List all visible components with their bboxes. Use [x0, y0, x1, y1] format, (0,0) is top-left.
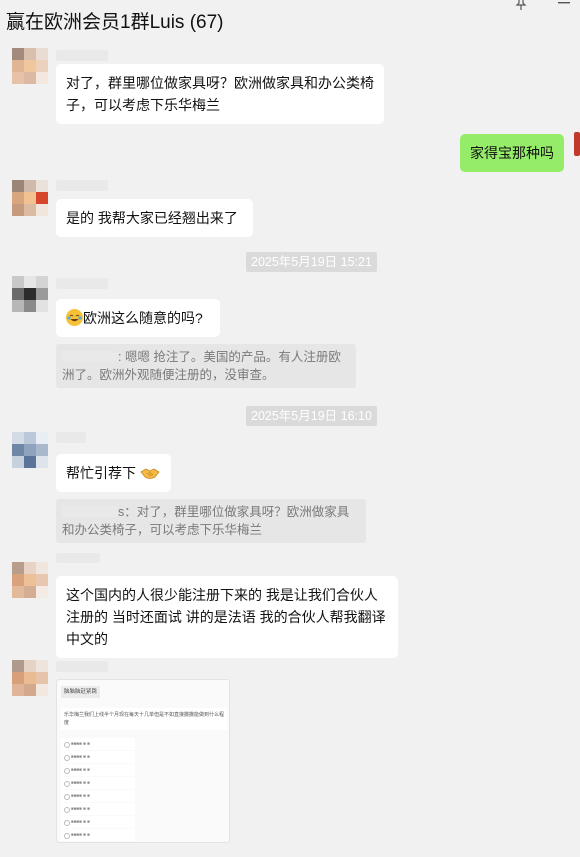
more-icon[interactable] [556, 0, 572, 10]
avatar[interactable] [12, 48, 48, 84]
message-bubble[interactable]: 是的 我帮大家已经翘出来了 [56, 199, 253, 237]
chat-title: 赢在欧洲会员1群Luis (67) [6, 12, 224, 33]
list-item: ■■■■ ■ ■ [61, 816, 135, 828]
list-item: ■■■■ ■ ■ [61, 790, 135, 802]
quoted-message[interactable]: s：对了，群里哪位做家具呀？欧洲做家具和办公类椅子，可以考虑下乐华梅兰 [56, 499, 366, 543]
sender-name [56, 553, 100, 563]
message-bubble[interactable]: 帮忙引荐下 [56, 454, 171, 492]
avatar[interactable] [574, 132, 580, 156]
quoted-message[interactable]: : 嗯嗯 抢注了。美国的产品。有人注册欧洲了。欧洲外观随便注册的，没审查。 [56, 344, 356, 388]
list-item: ■■■■ ■ ■ [61, 803, 135, 815]
avatar[interactable] [12, 660, 48, 696]
sender-name [56, 278, 108, 289]
message-bubble[interactable]: 这个国内的人很少能注册下来的 我是让我们合伙人注册的 当时还面试 讲的是法语 我… [56, 576, 398, 658]
image-header: 脑脑脑赶紧跳 [61, 686, 101, 698]
avatar[interactable] [12, 562, 48, 598]
message-bubble[interactable]: 欧洲这么随意的吗? [56, 299, 220, 337]
quoted-sender-name [62, 506, 118, 517]
crying-laughing-emoji-icon [66, 309, 83, 326]
list-item: ■■■■ ■ ■ [61, 829, 135, 841]
timestamp: 2025年5月19日 16:10 [246, 406, 377, 426]
avatar[interactable] [12, 432, 48, 468]
image-message[interactable]: 脑脑脑赶紧跳 乐华梅兰我们上线半个月现在每天十几单但是不如直接撒撒能做到什么程度… [56, 679, 230, 843]
message-bubble-outgoing[interactable]: 家得宝那种吗 [460, 134, 564, 172]
sender-name [56, 432, 86, 443]
quoted-sender-name [62, 351, 118, 362]
handshake-emoji-icon [140, 464, 160, 479]
image-list: ■■■■ ■ ■ ■■■■ ■ ■ ■■■■ ■ ■ ■■■■ ■ ■ ■■■■… [61, 738, 135, 842]
list-item: ■■■■ ■ ■ [61, 764, 135, 776]
message-text: 帮忙引荐下 [66, 465, 136, 481]
avatar[interactable] [12, 276, 48, 312]
image-text: 乐华梅兰我们上线半个月现在每天十几单但是不如直接撒撒能做到什么程度 [61, 708, 227, 730]
list-item: ■■■■ ■ ■ [61, 777, 135, 789]
sender-name [56, 180, 108, 191]
message-bubble[interactable]: 对了，群里哪位做家具呀？欧洲做家具和办公类椅子，可以考虑下乐华梅兰 [56, 64, 384, 124]
chat-header: 赢在欧洲会员1群Luis (67) [0, 0, 580, 38]
sender-name [56, 50, 108, 61]
pin-icon[interactable] [514, 0, 528, 10]
sender-name [56, 661, 108, 672]
message-text: 欧洲这么随意的吗? [83, 310, 203, 326]
avatar[interactable] [12, 180, 48, 216]
list-item: ■■■■ ■ ■ [61, 751, 135, 763]
list-item: ■■■■ ■ ■ [61, 738, 135, 750]
timestamp: 2025年5月19日 15:21 [246, 252, 377, 272]
